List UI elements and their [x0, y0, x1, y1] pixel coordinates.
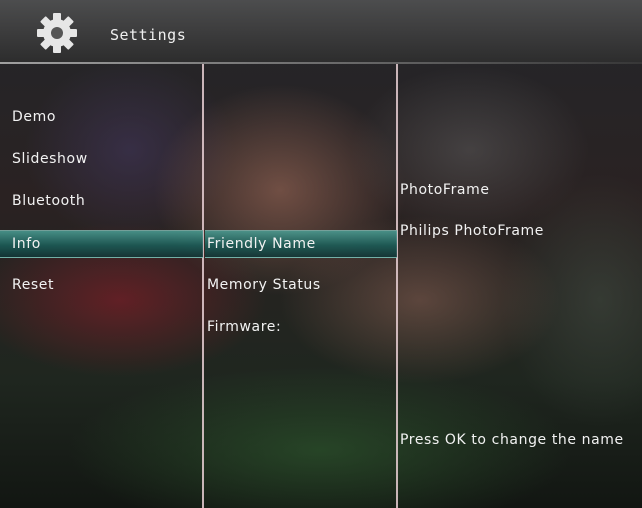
page-title: Settings [110, 26, 187, 44]
submenu-item-firmware[interactable]: Firmware: [205, 314, 397, 340]
details-panel: PhotoFrame Philips PhotoFrame Press OK t… [398, 64, 642, 508]
info-submenu: Friendly Name Memory Status Firmware: [205, 64, 397, 508]
menu-item-demo[interactable]: Demo [0, 104, 203, 130]
current-name-value: PhotoFrame [400, 182, 490, 198]
submenu-item-memory-status[interactable]: Memory Status [205, 272, 397, 298]
hint-text: Press OK to change the name [400, 432, 624, 448]
photo-frame-screen: Settings Demo Slideshow Bluetooth Info R… [0, 0, 642, 508]
header-bar: Settings [0, 0, 642, 64]
menu-item-reset[interactable]: Reset [0, 272, 203, 298]
gear-icon [37, 13, 77, 53]
new-name-value: Philips PhotoFrame [400, 223, 544, 239]
menu-item-info[interactable]: Info [0, 230, 203, 258]
menu-item-bluetooth[interactable]: Bluetooth [0, 188, 203, 214]
settings-menu: Demo Slideshow Bluetooth Info Reset [0, 64, 203, 508]
submenu-item-friendly-name[interactable]: Friendly Name [205, 230, 397, 258]
menu-item-slideshow[interactable]: Slideshow [0, 146, 203, 172]
